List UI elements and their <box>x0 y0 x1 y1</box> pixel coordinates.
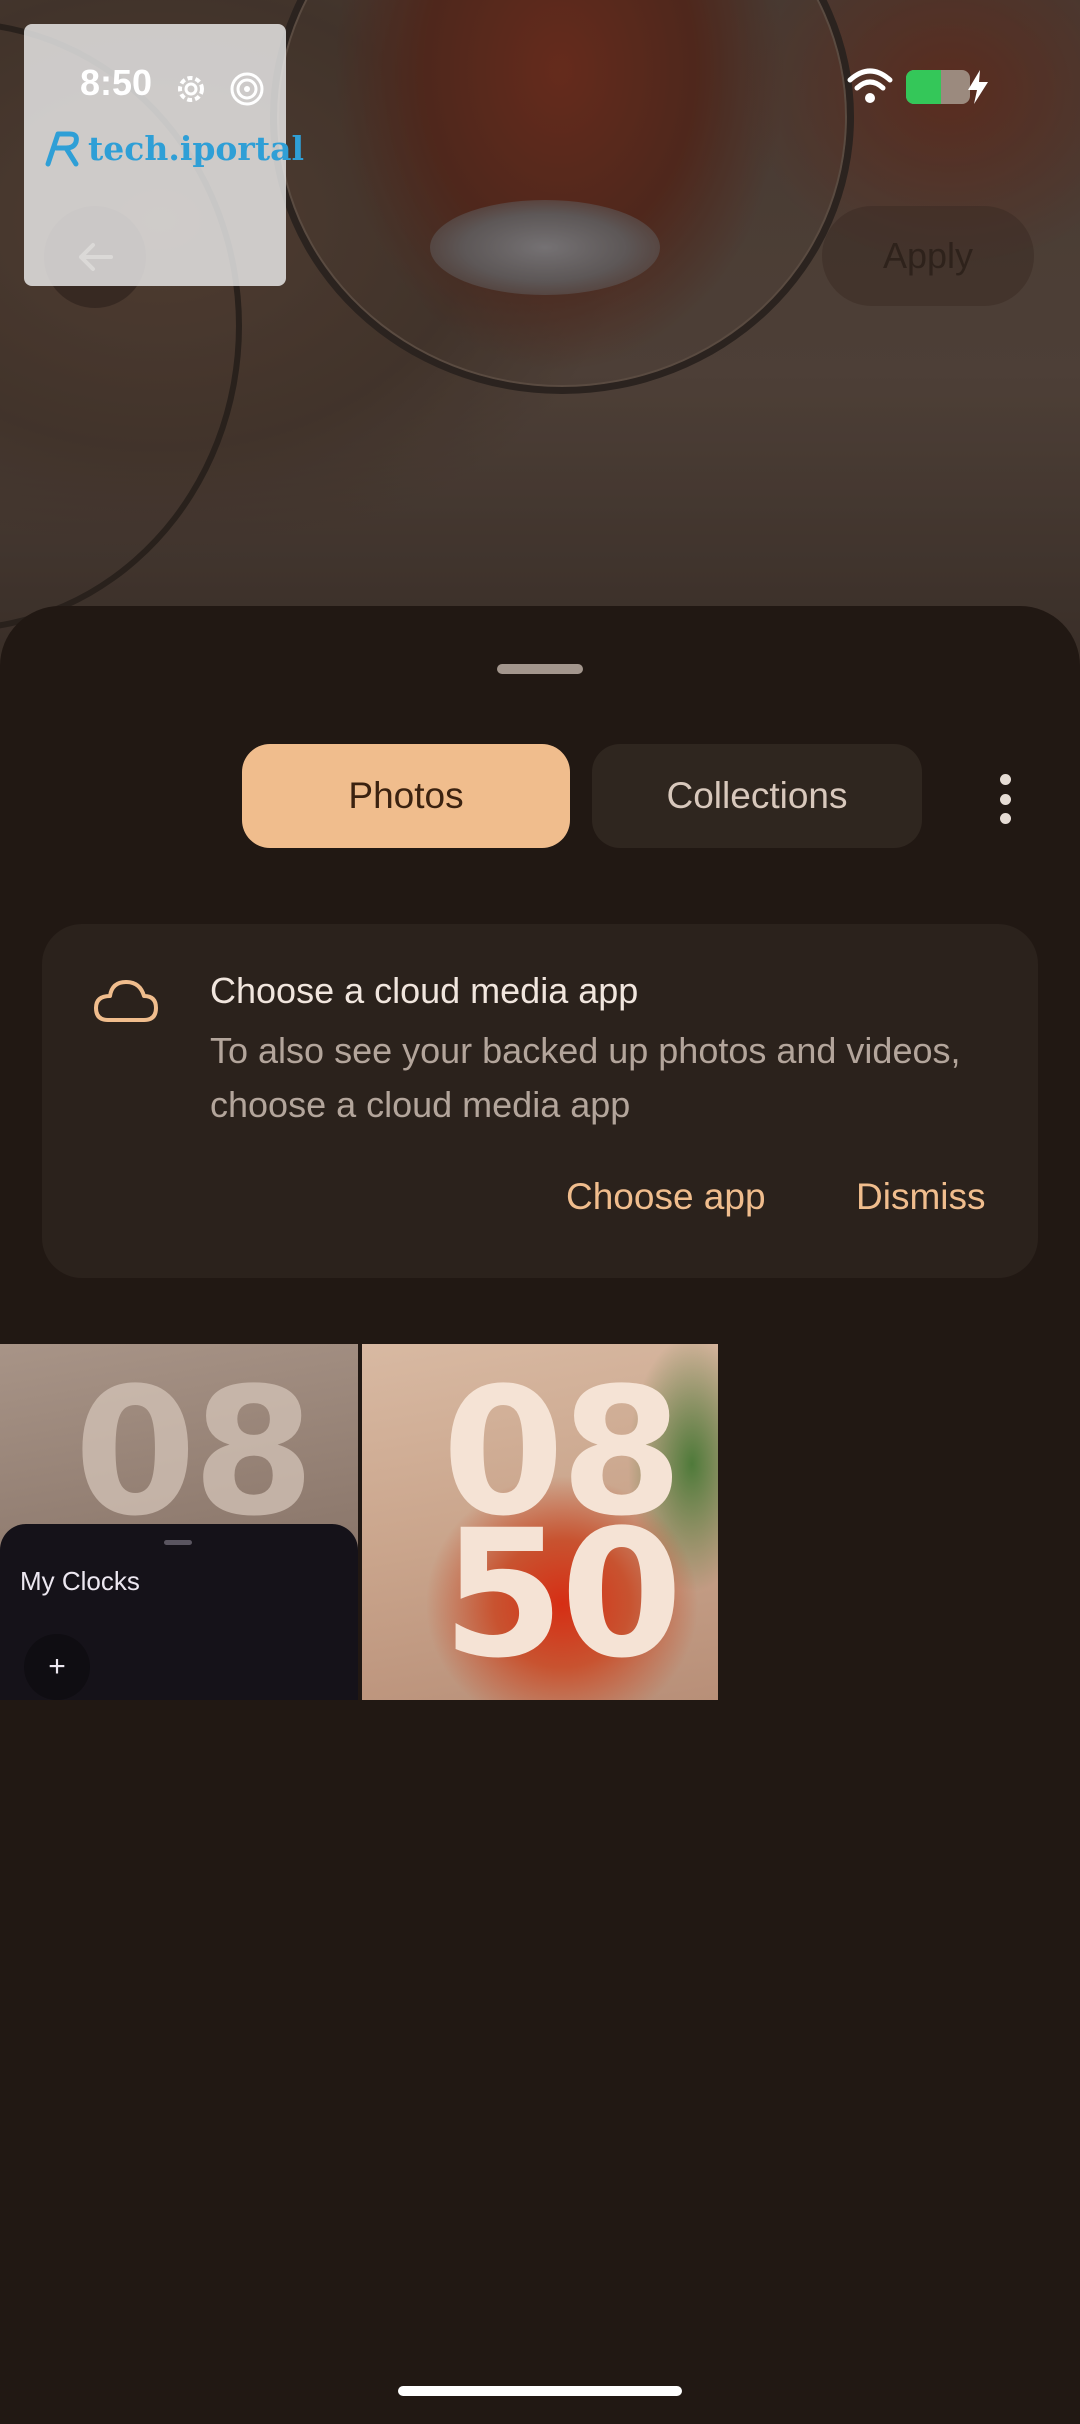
battery-icon <box>906 70 970 104</box>
watermark-text: tech.iportal <box>88 128 304 168</box>
cloud-icon <box>94 980 158 1022</box>
tab-collections[interactable]: Collections <box>592 744 922 848</box>
gear-icon <box>178 76 204 102</box>
battery-level <box>906 70 942 104</box>
clock-hour: 08 <box>74 1350 315 1555</box>
photo-thumbnail[interactable]: 08 50 <box>362 1344 718 1700</box>
logo-r-icon <box>45 131 79 167</box>
charging-icon <box>968 70 988 104</box>
watermark-logo: tech.iportal <box>42 128 304 168</box>
more-dot <box>999 793 1011 805</box>
card-body: To also see your backed up photos and vi… <box>210 1030 961 1125</box>
wifi-icon <box>847 68 893 103</box>
picker-sheet: Photos Collections Choose a cloud media … <box>0 606 1080 2424</box>
more-dot <box>999 813 1011 824</box>
status-time: 8:50 <box>80 62 153 103</box>
panel-drag-handle[interactable] <box>164 1540 192 1545</box>
apply-button[interactable]: Apply <box>822 206 1034 306</box>
more-options-button[interactable] <box>990 774 1020 824</box>
home-indicator[interactable] <box>398 2386 682 2396</box>
choose-app-button[interactable]: Choose app <box>566 1176 766 1218</box>
cloud-media-card: Choose a cloud media app To also see you… <box>42 924 1038 1278</box>
clock-minute: 50 <box>442 1492 683 1697</box>
sheet-drag-handle[interactable] <box>497 664 583 674</box>
more-dot <box>999 774 1011 785</box>
tab-photos[interactable]: Photos <box>242 744 570 848</box>
panel-title: My Clocks <box>20 1566 140 1596</box>
my-clocks-panel: My Clocks + <box>0 1524 358 1700</box>
card-title: Choose a cloud media app <box>210 970 639 1011</box>
spiral-icon <box>230 72 264 106</box>
dismiss-button[interactable]: Dismiss <box>856 1176 985 1218</box>
add-clock-button[interactable]: + <box>24 1634 90 1700</box>
